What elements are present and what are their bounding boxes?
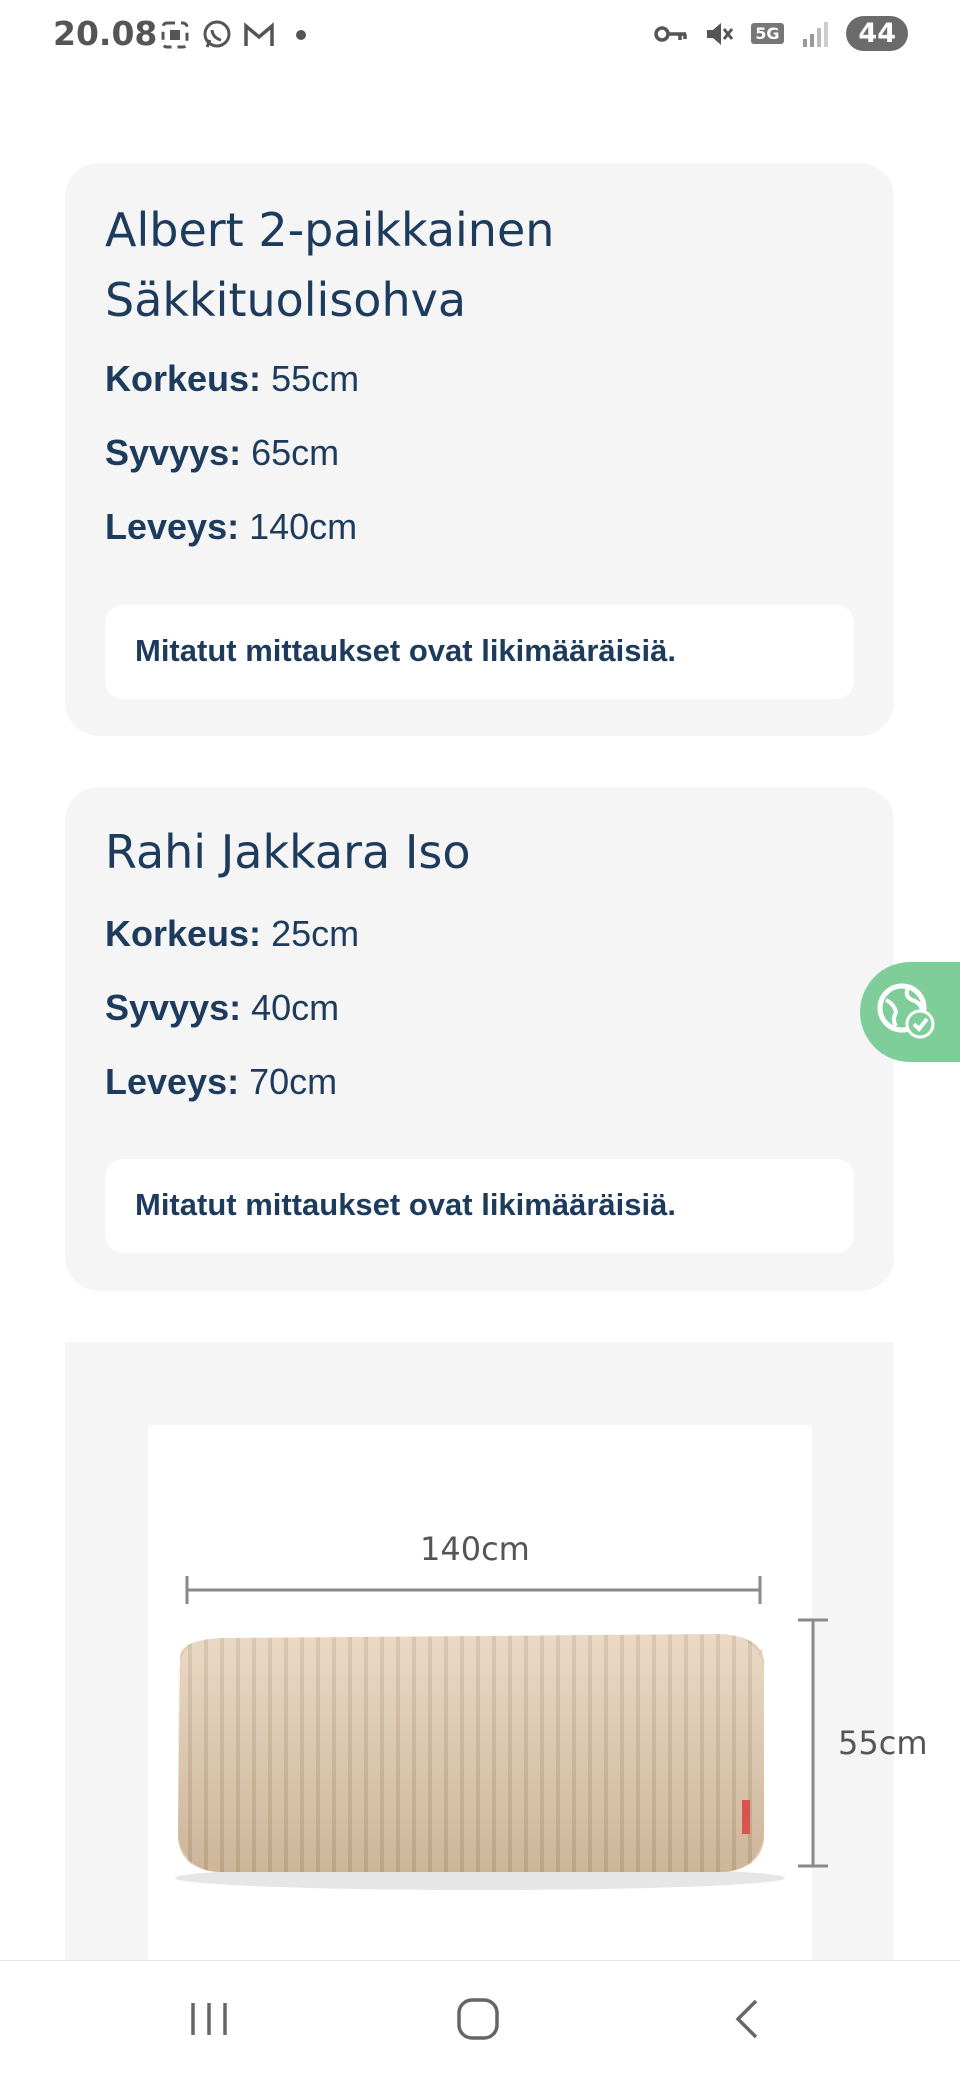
signal-icon: [798, 17, 832, 51]
recents-button[interactable]: [174, 1991, 244, 2051]
vpn-key-icon: [654, 17, 688, 51]
home-icon: [455, 1996, 501, 2047]
spec-label: Syvyys:: [105, 432, 242, 473]
back-icon: [730, 1997, 764, 2046]
status-time: 20.08: [53, 14, 158, 53]
note-text: Mitatut mittaukset ovat likimääräisiä.: [135, 1187, 676, 1222]
spec-height: Korkeus: 55cm: [105, 358, 359, 400]
width-dimension-line: [185, 1576, 762, 1604]
note-box: Mitatut mittaukset ovat likimääräisiä.: [105, 605, 854, 699]
spec-value: 140cm: [249, 506, 358, 547]
card-title: Rahi Jakkara Iso: [105, 825, 471, 879]
back-button[interactable]: [712, 1991, 782, 2051]
spec-value: 70cm: [249, 1061, 338, 1102]
accessibility-button[interactable]: [860, 962, 960, 1062]
spec-depth: Syvyys: 40cm: [105, 987, 339, 1029]
spec-label: Korkeus:: [105, 913, 262, 954]
product-card-stool: Rahi Jakkara Iso Korkeus: 25cm Syvyys: 4…: [65, 787, 894, 1291]
5g-icon: 5G: [750, 17, 784, 51]
status-bar: 20.08 5G 44: [0, 0, 960, 72]
spec-depth: Syvyys: 65cm: [105, 432, 339, 474]
spec-label: Syvyys:: [105, 987, 242, 1028]
spec-value: 25cm: [271, 913, 360, 954]
spec-label: Leveys:: [105, 1061, 240, 1102]
card-title: Albert 2-paikkainen Säkkituolisohva: [105, 203, 555, 327]
sofa-illustration: [175, 1576, 828, 1890]
recents-icon: [187, 1999, 231, 2044]
spec-label: Leveys:: [105, 506, 240, 547]
spec-height: Korkeus: 25cm: [105, 913, 359, 955]
globe-check-icon: [874, 978, 938, 1047]
sofa-label-tag: [742, 1800, 750, 1834]
spec-value: 65cm: [251, 432, 340, 473]
mute-icon: [702, 17, 736, 51]
spec-value: 55cm: [271, 358, 360, 399]
notification-icons: [158, 18, 318, 52]
spec-value: 40cm: [251, 987, 340, 1028]
note-box: Mitatut mittaukset ovat likimääräisiä.: [105, 1159, 854, 1253]
spec-width: Leveys: 140cm: [105, 506, 357, 548]
battery-indicator: 44: [846, 16, 908, 51]
system-icons: 5G 44: [654, 16, 908, 51]
spec-width: Leveys: 70cm: [105, 1061, 337, 1103]
network-tag: 5G: [751, 23, 784, 44]
whatsapp-icon: [200, 18, 234, 52]
height-dimension-line: [798, 1618, 828, 1868]
navigation-bar: [0, 1960, 960, 2081]
product-card-sofa: Albert 2-paikkainen Säkkituolisohva Kork…: [65, 163, 894, 736]
spec-label: Korkeus:: [105, 358, 262, 399]
dot-icon: [284, 18, 318, 52]
sofa-shade: [178, 1634, 764, 1872]
home-button[interactable]: [443, 1991, 513, 2051]
note-text: Mitatut mittaukset ovat likimääräisiä.: [135, 633, 676, 668]
gmail-icon: [242, 18, 276, 52]
screenshot-icon: [158, 18, 192, 52]
